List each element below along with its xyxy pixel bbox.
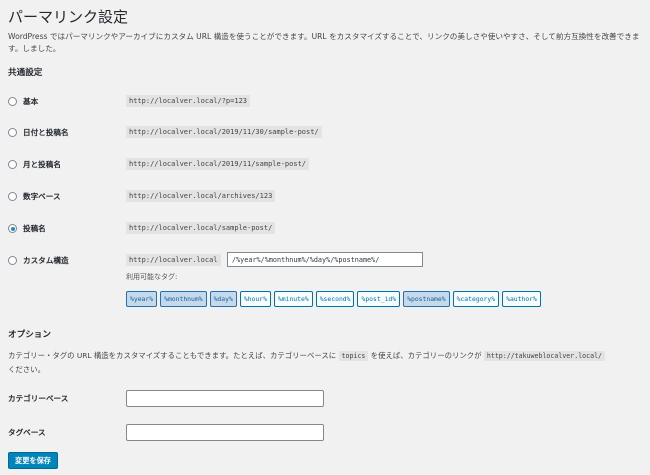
radio-month-name[interactable] — [8, 160, 17, 169]
common-settings-heading: 共通設定 — [8, 68, 43, 78]
optional-desc-text-2: を使えば、カテゴリーのリンクが — [368, 351, 484, 360]
custom-structure-input[interactable]: /%year%/%monthnum%/%day%/%postname%/ — [227, 252, 423, 267]
tag-day-button[interactable]: %day% — [209, 291, 237, 307]
optional-desc-code-url: http://takuweblocalver.local/ — [483, 351, 606, 361]
tag-base-input[interactable] — [126, 424, 324, 441]
option-post-name[interactable]: 投稿名 — [8, 223, 46, 234]
tag-hour-button[interactable]: %hour% — [239, 291, 271, 307]
tag-category-button[interactable]: %category% — [452, 291, 500, 307]
optional-heading: オプション — [8, 330, 51, 340]
page-title: パーマリンク設定 — [8, 8, 129, 26]
tag-post-id-button[interactable]: %post_id% — [357, 291, 401, 307]
category-base-input[interactable] — [126, 390, 324, 407]
option-custom[interactable]: カスタム構造 — [8, 255, 69, 266]
option-month-name[interactable]: 月と投稿名 — [8, 159, 61, 170]
option-custom-label: カスタム構造 — [23, 256, 69, 265]
radio-custom[interactable] — [8, 256, 17, 265]
radio-plain[interactable] — [8, 97, 17, 106]
example-post-name: http://localver.local/sample-post/ — [126, 222, 276, 234]
tag-postname-button[interactable]: %postname% — [403, 291, 450, 307]
optional-description: カテゴリー・タグの URL 構造をカスタマイズすることもできます。たとえば、カテ… — [8, 349, 650, 376]
option-plain[interactable]: 基本 — [8, 96, 38, 107]
example-month-name: http://localver.local/2019/11/sample-pos… — [126, 158, 310, 170]
option-month-name-label: 月と投稿名 — [23, 160, 61, 169]
tag-author-button[interactable]: %author% — [502, 291, 541, 307]
option-day-name-label: 日付と投稿名 — [23, 128, 69, 137]
tag-monthnum-button[interactable]: %monthnum% — [160, 291, 207, 307]
option-numeric-label: 数字ベース — [23, 192, 61, 201]
available-tags-label: 利用可能なタグ: — [126, 273, 178, 281]
page-intro: WordPress ではパーマリンクやアーカイブにカスタム URL 構造を使うこ… — [8, 32, 640, 53]
custom-structure-prefix: http://localver.local — [126, 254, 221, 266]
option-plain-label: 基本 — [23, 97, 39, 106]
radio-day-name[interactable] — [8, 128, 17, 137]
example-day-name: http://localver.local/2019/11/30/sample-… — [126, 126, 322, 138]
optional-desc-code-topics: topics — [338, 351, 369, 361]
example-plain: http://localver.local/?p=123 — [126, 95, 251, 107]
save-changes-button[interactable]: 変更を保存 — [8, 452, 58, 469]
category-base-label: カテゴリーベース — [8, 394, 69, 403]
radio-post-name[interactable] — [8, 224, 17, 233]
option-day-name[interactable]: 日付と投稿名 — [8, 127, 69, 138]
example-numeric: http://localver.local/archives/123 — [126, 190, 276, 202]
optional-desc-text-3: ください。 — [8, 365, 45, 374]
option-post-name-label: 投稿名 — [23, 224, 46, 233]
option-numeric[interactable]: 数字ベース — [8, 191, 61, 202]
optional-desc-text: カテゴリー・タグの URL 構造をカスタマイズすることもできます。たとえば、カテ… — [8, 351, 339, 360]
tag-minute-button[interactable]: %minute% — [273, 291, 313, 307]
structure-tags: %year% %monthnum% %day% %hour% %minute% … — [126, 291, 541, 307]
radio-numeric[interactable] — [8, 192, 17, 201]
tag-year-button[interactable]: %year% — [126, 291, 158, 307]
tag-base-label: タグベース — [8, 428, 46, 437]
tag-second-button[interactable]: %second% — [315, 291, 355, 307]
